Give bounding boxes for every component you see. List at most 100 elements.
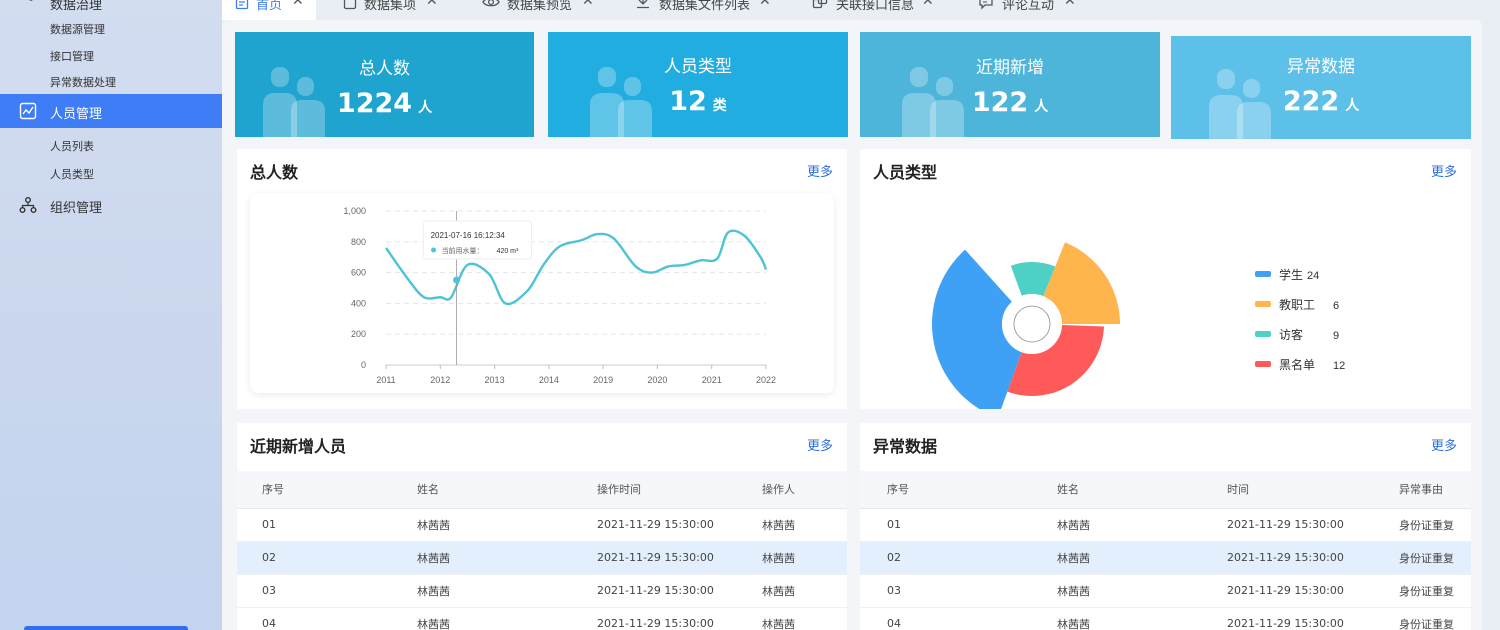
close-icon[interactable]: ✕ bbox=[292, 0, 304, 9]
more-link[interactable]: 更多 bbox=[807, 161, 833, 180]
data-governance-icon bbox=[29, 0, 33, 1]
sidebar-subitem-abnormal[interactable]: 异常数据处理 bbox=[50, 74, 116, 90]
cell-index: 01 bbox=[860, 508, 1057, 542]
sidebar-subitem-people-list[interactable]: 人员列表 bbox=[50, 138, 94, 154]
sidebar-subitem-interface[interactable]: 接口管理 bbox=[50, 48, 94, 64]
col-header: 序号 bbox=[860, 471, 1057, 509]
cell-name: 林茜茜 bbox=[1057, 607, 1227, 630]
cell-index: 02 bbox=[860, 541, 1057, 575]
cell-time: 2021-11-29 15:30:00 bbox=[597, 508, 762, 542]
tab-dataset-items[interactable]: 数据集项 ✕ bbox=[340, 0, 450, 20]
table-header-row: 序号 姓名 时间 异常事由 bbox=[860, 471, 1471, 509]
sidebar-item-data-governance[interactable]: 数据治理 bbox=[0, 0, 222, 13]
table-row[interactable]: 04 林茜茜 2021-11-29 15:30:00 身份证重复 bbox=[860, 607, 1471, 630]
line-chart-card: 0 200 400 600 800 1,000 2011 2012 2013 2014 2019 20… bbox=[250, 193, 834, 393]
y-tick-label: 200 bbox=[351, 329, 366, 339]
line-chart: 0 200 400 600 800 1,000 2011 2012 2013 2014 2019 20… bbox=[343, 206, 776, 385]
table-row[interactable]: 01 林茜茜 2021-11-29 15:30:00 林茜茜 bbox=[237, 508, 847, 542]
cell-name: 林茜茜 bbox=[417, 574, 597, 608]
stat-number: 222 bbox=[1282, 86, 1340, 117]
col-header: 异常事由 bbox=[1399, 471, 1471, 509]
tooltip-marker bbox=[431, 247, 437, 253]
x-tick-label: 2014 bbox=[539, 375, 559, 385]
tab-dataset-files[interactable]: 数据集文件列表 ✕ bbox=[635, 0, 785, 20]
close-icon[interactable]: ✕ bbox=[922, 0, 934, 9]
stat-card-types[interactable]: 人员类型 12 类 bbox=[548, 32, 848, 137]
close-icon[interactable]: ✕ bbox=[759, 0, 771, 9]
table-row[interactable]: 03 林茜茜 2021-11-29 15:30:00 身份证重复 bbox=[860, 574, 1471, 608]
close-icon[interactable]: ✕ bbox=[582, 0, 594, 9]
eye-icon bbox=[482, 0, 500, 7]
stat-card-abnormal[interactable]: 异常数据 222 人 bbox=[1171, 36, 1471, 139]
x-tick-label: 2022 bbox=[756, 375, 776, 385]
col-header: 姓名 bbox=[1057, 471, 1227, 509]
x-tick-label: 2013 bbox=[485, 375, 505, 385]
legend-swatch bbox=[1255, 361, 1271, 367]
col-header: 姓名 bbox=[417, 471, 597, 509]
sidebar-item-people[interactable]: 人员管理 bbox=[0, 94, 222, 128]
people-icon bbox=[902, 67, 964, 137]
y-tick-label: 600 bbox=[351, 268, 366, 278]
sidebar-item-label: 数据治理 bbox=[50, 0, 103, 13]
panel-title: 近期新增人员 bbox=[250, 437, 347, 456]
cell-time: 2021-11-29 15:30:00 bbox=[1227, 607, 1399, 630]
close-icon[interactable]: ✕ bbox=[1064, 0, 1076, 9]
tab-label: 数据集项 bbox=[364, 0, 417, 13]
legend-name: 教职工 bbox=[1279, 297, 1315, 312]
tab-dataset-preview[interactable]: 数据集预览 ✕ bbox=[482, 0, 612, 20]
tab-bar: 首页 ✕ 数据集项 ✕ 数据集预览 ✕ 数据集文件列表 ✕ 关联接口信息 ✕ 评… bbox=[222, 0, 1500, 20]
tab-comments[interactable]: 评论互动 ✕ bbox=[978, 0, 1088, 20]
cell-reason: 身份证重复 bbox=[1399, 607, 1471, 630]
stat-card-new[interactable]: 近期新增 122 人 bbox=[860, 32, 1160, 137]
cell-index: 02 bbox=[237, 541, 417, 575]
table-row[interactable]: 03 林茜茜 2021-11-29 15:30:00 林茜茜 bbox=[237, 574, 847, 608]
sidebar-footer-bar[interactable] bbox=[24, 626, 188, 630]
cell-operator: 林茜茜 bbox=[762, 541, 847, 575]
cell-index: 03 bbox=[860, 574, 1057, 608]
stat-unit: 类 bbox=[712, 98, 727, 114]
legend-value: 12 bbox=[1333, 360, 1345, 372]
table-row[interactable]: 04 林茜茜 2021-11-29 15:30:00 林茜茜 bbox=[237, 607, 847, 630]
square-icon bbox=[343, 0, 357, 10]
col-header: 操作人 bbox=[762, 471, 847, 509]
sidebar-item-org[interactable]: 组织管理 bbox=[0, 188, 222, 222]
panel-types: 人员类型 更多 学生 24 教职工 6 访客 9 黑名单 12 bbox=[860, 149, 1471, 409]
stat-unit: 人 bbox=[1034, 99, 1049, 115]
dashboard-main: 总人数 1224 人 人员类型 12 类 近期新增 122 人 异常数据 222… bbox=[222, 20, 1482, 630]
close-icon[interactable]: ✕ bbox=[426, 0, 438, 9]
stat-unit: 人 bbox=[418, 100, 433, 116]
cell-name: 林茜茜 bbox=[1057, 574, 1227, 608]
stat-number: 122 bbox=[971, 87, 1029, 118]
cell-name: 林茜茜 bbox=[1057, 508, 1227, 542]
col-header: 时间 bbox=[1227, 471, 1399, 509]
y-tick-label: 400 bbox=[351, 298, 366, 308]
org-icon bbox=[19, 197, 37, 213]
cell-time: 2021-11-29 15:30:00 bbox=[1227, 574, 1399, 608]
pie-center-hole bbox=[1002, 294, 1062, 354]
more-link[interactable]: 更多 bbox=[807, 435, 833, 454]
table-header-row: 序号 姓名 操作时间 操作人 bbox=[237, 471, 847, 509]
tab-linked-api[interactable]: 关联接口信息 ✕ bbox=[812, 0, 942, 20]
x-tick-label: 2020 bbox=[647, 375, 667, 385]
cell-index: 01 bbox=[237, 508, 417, 542]
people-icon bbox=[263, 67, 325, 137]
cell-index: 03 bbox=[237, 574, 417, 608]
sidebar-subitem-datasource[interactable]: 数据源管理 bbox=[50, 21, 105, 37]
table-row[interactable]: 02 林茜茜 2021-11-29 15:30:00 林茜茜 bbox=[237, 541, 847, 575]
x-tick-label: 2012 bbox=[430, 375, 450, 385]
chart-icon bbox=[19, 102, 37, 120]
tab-home[interactable]: 首页 ✕ bbox=[222, 0, 316, 20]
tooltip-title: 2021-07-16 16:12:34 bbox=[431, 231, 506, 240]
sidebar-subitem-people-type[interactable]: 人员类型 bbox=[50, 166, 94, 182]
more-link[interactable]: 更多 bbox=[1431, 435, 1457, 454]
table-row[interactable]: 02 林茜茜 2021-11-29 15:30:00 身份证重复 bbox=[860, 541, 1471, 575]
sidebar-item-label: 人员管理 bbox=[50, 107, 103, 122]
legend-name: 黑名单 bbox=[1279, 357, 1315, 372]
panel-abnormal: 异常数据 更多 序号 姓名 时间 异常事由 01 林茜茜 2021-11-29 … bbox=[860, 423, 1471, 630]
y-tick-label: 0 bbox=[361, 360, 366, 370]
stat-card-total[interactable]: 总人数 1224 人 bbox=[235, 32, 534, 137]
cell-name: 林茜茜 bbox=[417, 508, 597, 542]
cell-time: 2021-11-29 15:30:00 bbox=[597, 607, 762, 630]
panel-title: 异常数据 bbox=[873, 437, 938, 456]
table-row[interactable]: 01 林茜茜 2021-11-29 15:30:00 身份证重复 bbox=[860, 508, 1471, 542]
